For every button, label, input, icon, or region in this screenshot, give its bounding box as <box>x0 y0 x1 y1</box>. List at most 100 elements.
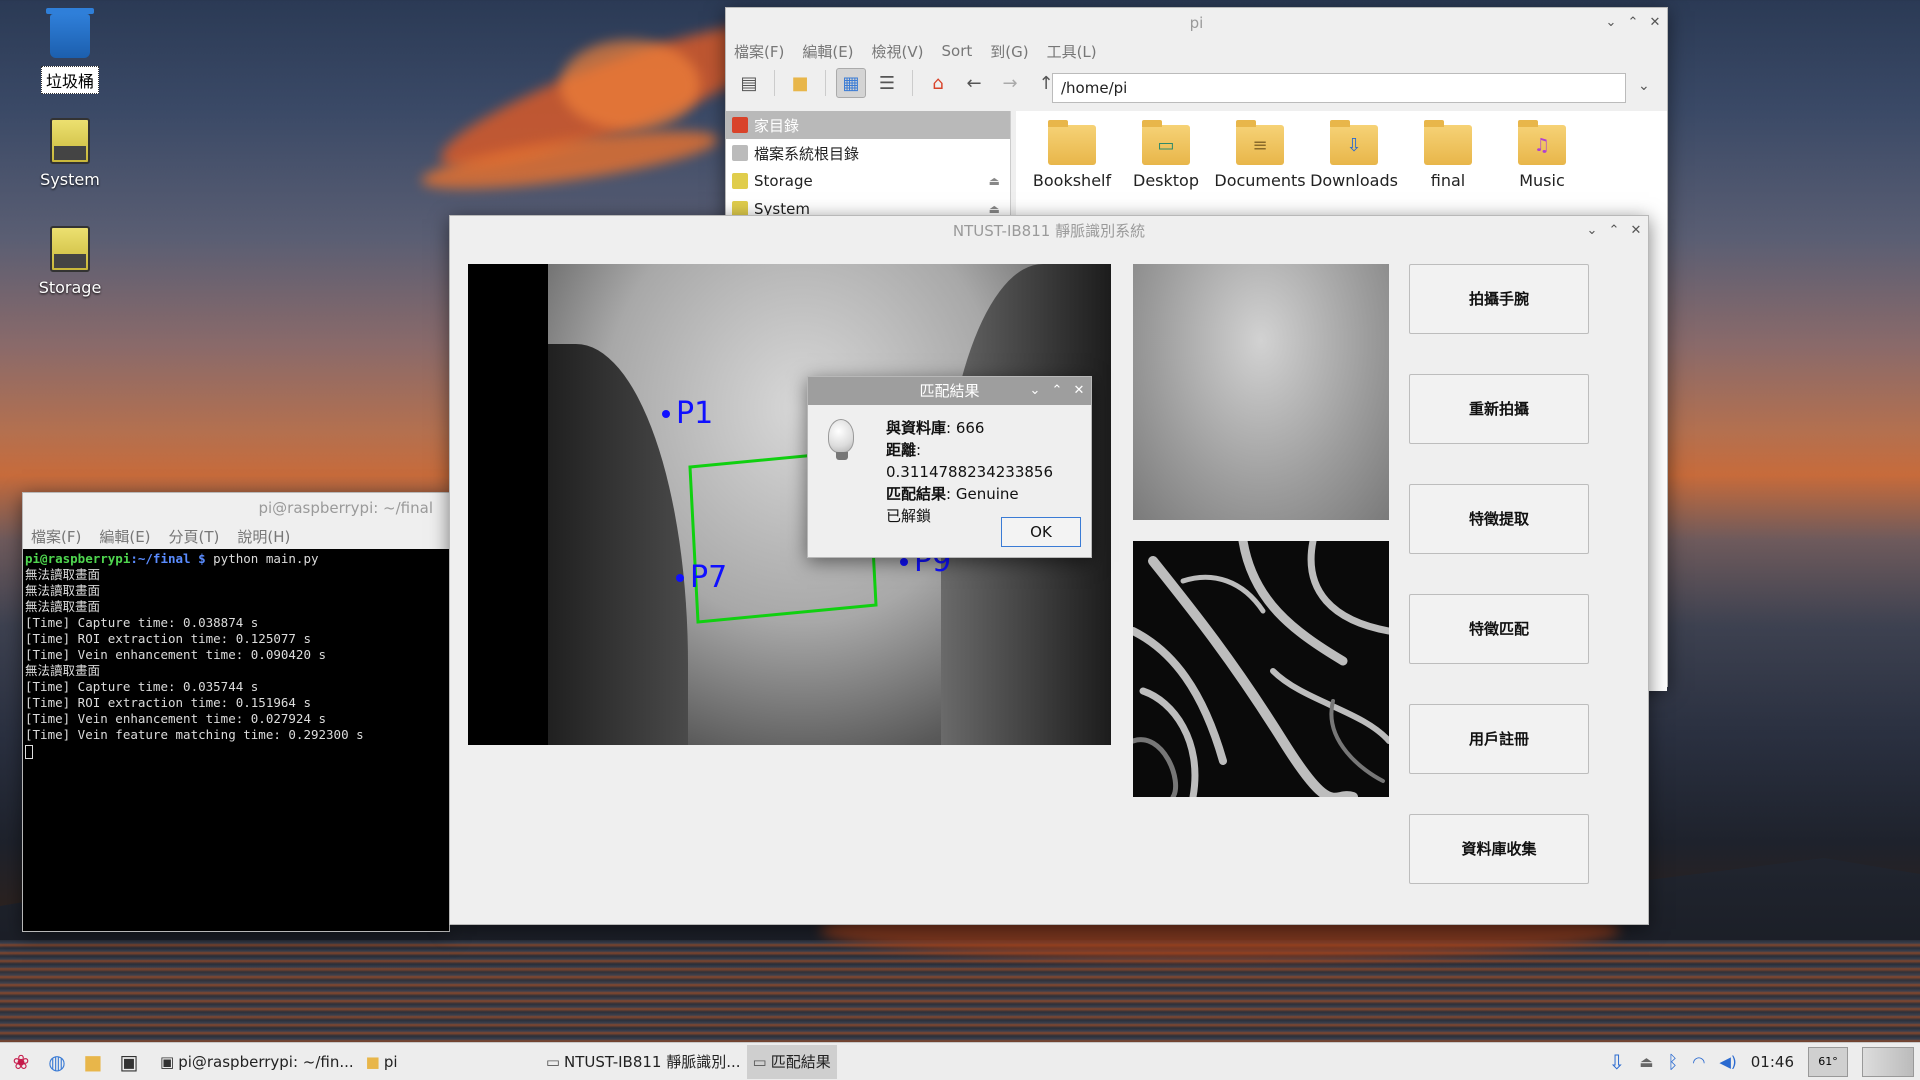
maximize-icon[interactable]: ⌃ <box>1627 8 1639 38</box>
minimize-icon[interactable]: ⌄ <box>1605 8 1617 38</box>
feature-match-button[interactable]: 特徵匹配 <box>1409 594 1589 664</box>
sidebar-item-storage[interactable]: Storage ⏏ <box>726 167 1010 195</box>
terminal-line: 無法讀取畫面 <box>25 599 101 614</box>
desktop-folder-icon: ▭ <box>1142 120 1190 165</box>
task-file-manager[interactable]: ■ pi <box>360 1045 540 1079</box>
menu-edit[interactable]: 編輯(E) <box>99 526 150 547</box>
home-icon[interactable]: ⌂ <box>923 68 953 98</box>
file-label: Music <box>1519 171 1565 190</box>
maximize-icon[interactable]: ⌃ <box>1051 377 1063 405</box>
bluetooth-icon[interactable]: ᛒ <box>1667 1052 1678 1073</box>
new-folder-icon[interactable]: ■ <box>785 68 815 98</box>
music-folder-icon: ♫ <box>1518 120 1566 165</box>
sidebar: 家目錄 檔案系統根目錄 Storage ⏏ System ⏏ <box>726 111 1011 231</box>
result-label: 匹配結果 <box>886 485 947 503</box>
window-titlebar[interactable]: pi@raspberrypi: ~/final <box>23 493 449 523</box>
menu-tools[interactable]: 工具(L) <box>1047 41 1097 62</box>
window-titlebar[interactable]: NTUST-IB811 靜脈識別系統 ⌄ ⌃ ✕ <box>450 216 1648 246</box>
menu-file[interactable]: 檔案(F) <box>31 526 81 547</box>
terminal-icon[interactable]: ▣ <box>114 1047 144 1077</box>
recapture-button[interactable]: 重新拍攝 <box>1409 374 1589 444</box>
desktop-icon-trash[interactable]: 垃圾桶 <box>20 8 120 94</box>
feature-extract-button[interactable]: 特徵提取 <box>1409 484 1589 554</box>
forward-arrow-icon[interactable]: → <box>995 68 1025 98</box>
icon-view-icon[interactable]: ▦ <box>836 68 866 98</box>
point-p1: P1 <box>661 396 714 431</box>
chevron-down-icon[interactable]: ⌄ <box>1638 78 1650 94</box>
window-icon: ▭ <box>752 1052 767 1071</box>
drive-icon <box>732 173 748 189</box>
taskbar: ❀ ◍ ■ ▣ ▣ pi@raspberrypi: ~/fin... ■ pi … <box>0 1042 1920 1080</box>
wallpaper-sea <box>0 940 1920 1042</box>
list-view-icon[interactable]: ☰ <box>872 68 902 98</box>
file-item[interactable]: ♫ Music <box>1496 120 1588 190</box>
desktop-icon-storage[interactable]: Storage <box>20 226 120 297</box>
file-item[interactable]: ≡ Documents <box>1214 120 1306 190</box>
capture-wrist-button[interactable]: 拍攝手腕 <box>1409 264 1589 334</box>
sidebar-item-home[interactable]: 家目錄 <box>726 111 1010 139</box>
wifi-icon[interactable]: ◠ <box>1692 1053 1705 1071</box>
terminal-line: [Time] Vein feature matching time: 0.292… <box>25 727 364 742</box>
close-icon[interactable]: ✕ <box>1649 8 1661 38</box>
drive-icon <box>732 145 748 161</box>
menu-go[interactable]: 到(G) <box>990 41 1028 62</box>
task-vein-app[interactable]: ▭ NTUST-IB811 靜脈識別... <box>540 1045 747 1079</box>
raspberry-menu-icon[interactable]: ❀ <box>6 1047 36 1077</box>
back-arrow-icon[interactable]: ← <box>959 68 989 98</box>
sidepane-icon[interactable]: ▤ <box>734 68 764 98</box>
window-titlebar[interactable]: pi ⌄ ⌃ ✕ <box>726 8 1667 38</box>
window-titlebar[interactable]: 匹配結果 ⌄ ⌃ ✕ <box>808 377 1091 405</box>
clock[interactable]: 01:46 <box>1751 1053 1794 1071</box>
file-label: final <box>1430 171 1466 190</box>
terminal-line: [Time] Vein enhancement time: 0.090420 s <box>25 647 327 662</box>
sidebar-item-root[interactable]: 檔案系統根目錄 <box>726 139 1010 167</box>
menubar: 檔案(F) 編輯(E) 檢視(V) Sort 到(G) 工具(L) <box>726 38 1667 64</box>
match-result-dialog: 匹配結果 ⌄ ⌃ ✕ 與資料庫: 666 距離: 0.3114788234233… <box>807 376 1092 558</box>
browser-icon[interactable]: ◍ <box>42 1047 72 1077</box>
path-input[interactable]: /home/pi <box>1052 73 1626 103</box>
register-user-button[interactable]: 用戶註冊 <box>1409 704 1589 774</box>
file-item[interactable]: ⇩ Downloads <box>1308 120 1400 190</box>
sidebar-item-label: 檔案系統根目錄 <box>754 144 860 163</box>
vein-app-window: NTUST-IB811 靜脈識別系統 ⌄ ⌃ ✕ P1 P7 P9 拍攝手腕 重… <box>449 215 1649 925</box>
menu-view[interactable]: 檢視(V) <box>872 41 924 62</box>
minimize-icon[interactable]: ⌄ <box>1586 216 1598 246</box>
task-dialog[interactable]: ▭ 匹配結果 <box>746 1044 837 1079</box>
lightbulb-icon <box>828 419 854 460</box>
desktop-icon-label: 垃圾桶 <box>40 66 99 94</box>
menu-help[interactable]: 說明(H) <box>237 526 290 547</box>
menu-file[interactable]: 檔案(F) <box>734 41 784 62</box>
window-title: pi@raspberrypi: ~/final <box>258 499 433 517</box>
file-item[interactable]: Bookshelf <box>1026 120 1118 190</box>
vein-feature-image <box>1133 541 1389 797</box>
volume-icon[interactable]: ◀) <box>1719 1053 1736 1071</box>
menu-tabs[interactable]: 分頁(T) <box>169 526 220 547</box>
file-item[interactable]: final <box>1402 120 1494 190</box>
folder-icon <box>1048 120 1096 165</box>
eject-icon[interactable]: ⏏ <box>1639 1053 1653 1071</box>
maximize-icon[interactable]: ⌃ <box>1608 216 1620 246</box>
desktop-icon-system[interactable]: System <box>20 118 120 189</box>
system-tray: ⇩ ⏏ ᛒ ◠ ◀) 01:46 61° <box>1609 1043 1920 1080</box>
terminal-command: python main.py <box>205 551 319 566</box>
close-icon[interactable]: ✕ <box>1630 216 1642 246</box>
cpu-temp: 61° <box>1808 1047 1848 1077</box>
menu-sort[interactable]: Sort <box>942 42 973 60</box>
eject-icon[interactable]: ⏏ <box>989 202 1000 216</box>
eject-icon[interactable]: ⏏ <box>989 174 1000 188</box>
close-icon[interactable]: ✕ <box>1073 377 1085 405</box>
terminal-output[interactable]: pi@raspberrypi:~/final $ python main.py … <box>23 549 449 761</box>
update-icon[interactable]: ⇩ <box>1609 1050 1626 1074</box>
minimize-icon[interactable]: ⌄ <box>1029 377 1041 405</box>
menu-edit[interactable]: 編輯(E) <box>802 41 853 62</box>
database-collect-button[interactable]: 資料庫收集 <box>1409 814 1589 884</box>
prompt-path: :~/final $ <box>130 551 206 566</box>
file-item[interactable]: ▭ Desktop <box>1120 120 1212 190</box>
terminal-line: [Time] Capture time: 0.035744 s <box>25 679 259 694</box>
file-manager-icon[interactable]: ■ <box>78 1047 108 1077</box>
ok-button[interactable]: OK <box>1001 517 1081 547</box>
point-p7: P7 <box>675 560 728 595</box>
task-terminal[interactable]: ▣ pi@raspberrypi: ~/fin... <box>154 1045 360 1079</box>
documents-folder-icon: ≡ <box>1236 120 1284 165</box>
desktop-icon-label: System <box>40 170 100 189</box>
